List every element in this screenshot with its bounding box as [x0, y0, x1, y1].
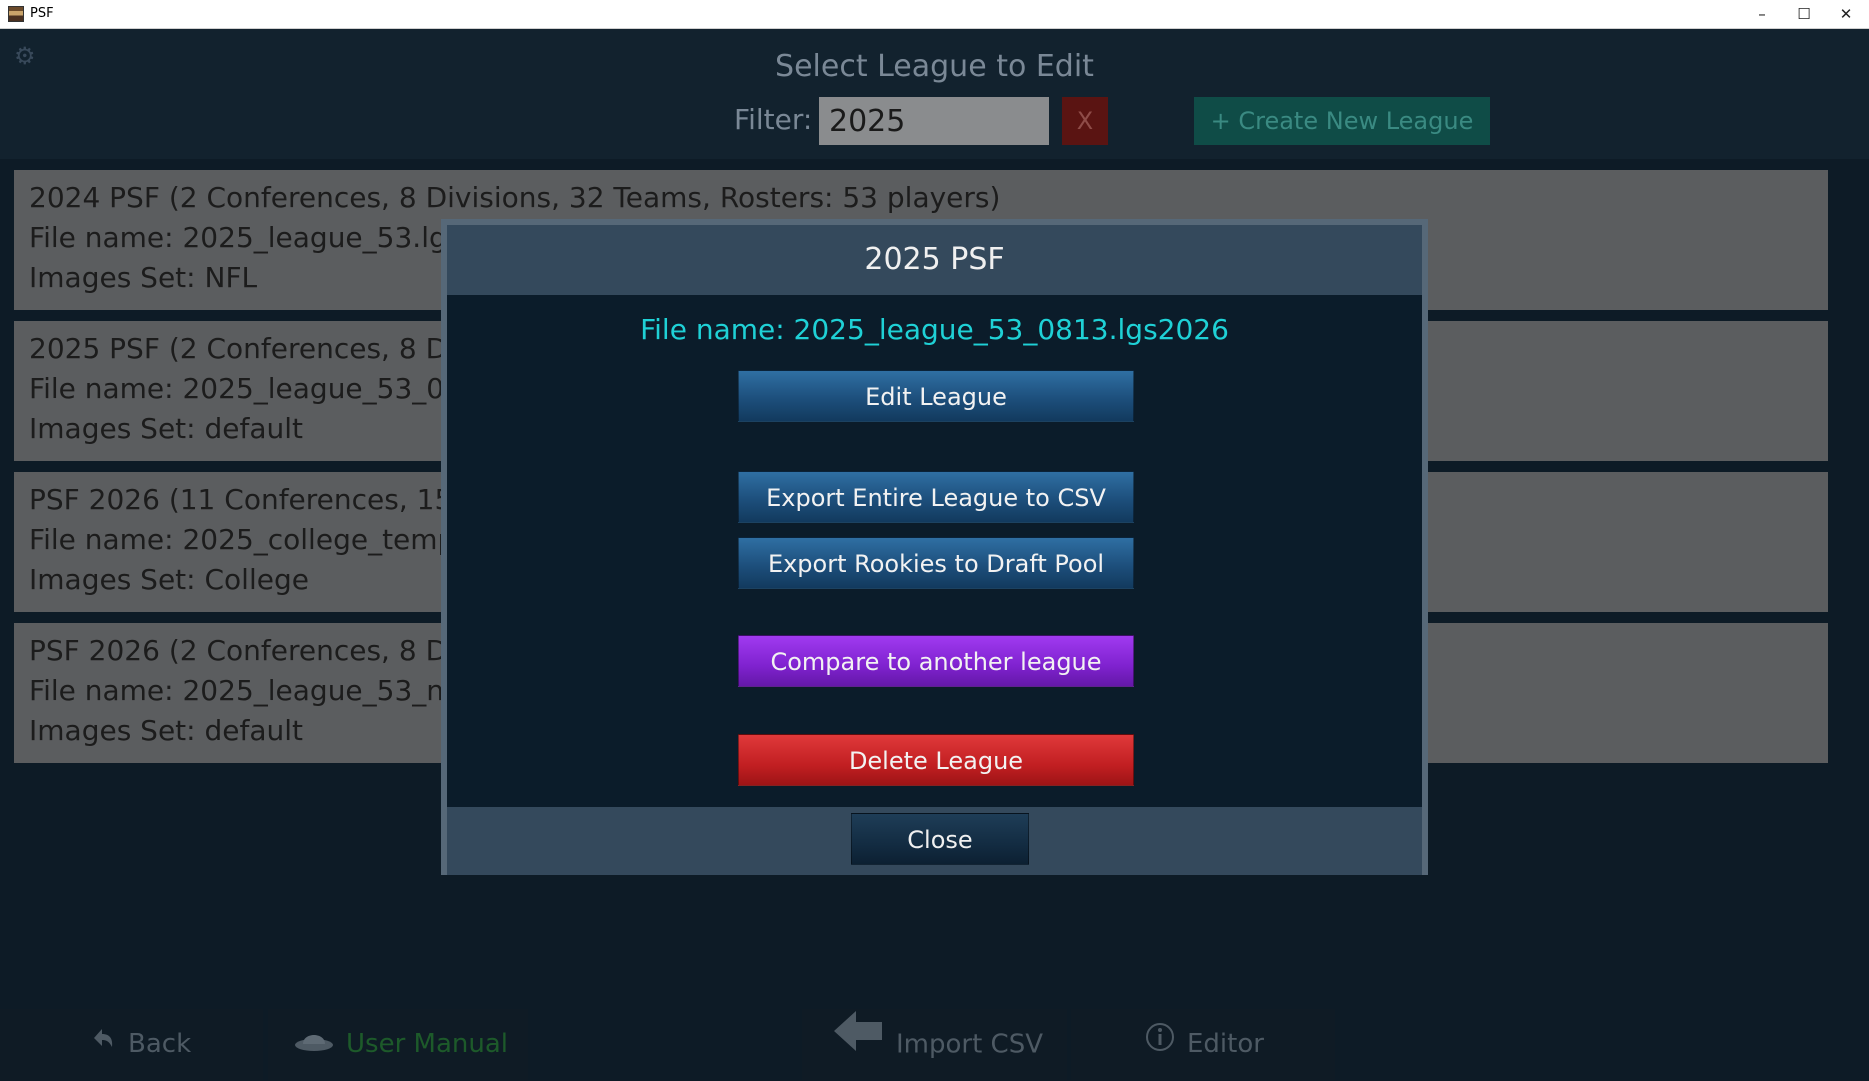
close-dialog-button[interactable]: Close — [851, 813, 1029, 865]
close-window-button[interactable]: ✕ — [1825, 0, 1867, 29]
hat-icon — [294, 1009, 334, 1080]
compare-league-button[interactable]: Compare to another league — [738, 635, 1134, 687]
clear-filter-button[interactable]: X — [1062, 97, 1108, 145]
edit-league-button[interactable]: Edit League — [738, 370, 1134, 422]
info-icon — [1145, 1009, 1175, 1080]
dialog-footer: Close — [447, 807, 1422, 875]
back-arrow-icon — [88, 1009, 116, 1080]
dialog-file-name: File name: 2025_league_53_0813.lgs2026 — [640, 313, 1229, 346]
filter-label: Filter: — [734, 103, 813, 136]
bottom-nav: Back User Manual Import CSV Editor — [0, 1009, 1869, 1080]
minimize-button[interactable]: – — [1741, 0, 1783, 29]
window-titlebar: PSF – ☐ ✕ — [0, 0, 1869, 29]
import-csv-button[interactable]: Import CSV — [802, 1009, 1067, 1080]
user-manual-button[interactable]: User Manual — [268, 1009, 528, 1080]
user-manual-label: User Manual — [346, 1029, 509, 1059]
editor-button[interactable]: Editor — [1071, 1009, 1335, 1080]
header-band: ⚙ Select League to Edit Filter: X + Crea… — [0, 29, 1869, 159]
create-new-league-button[interactable]: + Create New League — [1194, 97, 1490, 145]
app-icon — [8, 6, 24, 22]
export-league-csv-button[interactable]: Export Entire League to CSV — [738, 471, 1134, 523]
window-title: PSF — [30, 6, 54, 21]
arrow-left-icon — [832, 1009, 884, 1081]
back-button[interactable]: Back — [0, 1009, 263, 1080]
dialog-title: 2025 PSF — [864, 242, 1005, 277]
dialog-header: 2025 PSF — [447, 225, 1422, 295]
export-rookies-button[interactable]: Export Rookies to Draft Pool — [738, 537, 1134, 589]
maximize-button[interactable]: ☐ — [1783, 0, 1825, 29]
page-title: Select League to Edit — [775, 49, 1094, 84]
editor-label: Editor — [1187, 1029, 1264, 1059]
league-summary: 2024 PSF (2 Conferences, 8 Divisions, 32… — [29, 181, 1001, 214]
delete-league-button[interactable]: Delete League — [738, 734, 1134, 786]
league-options-dialog: 2025 PSF File name: 2025_league_53_0813.… — [441, 219, 1428, 875]
import-csv-label: Import CSV — [896, 1029, 1043, 1060]
back-label: Back — [128, 1029, 192, 1059]
filter-input[interactable] — [819, 97, 1049, 145]
